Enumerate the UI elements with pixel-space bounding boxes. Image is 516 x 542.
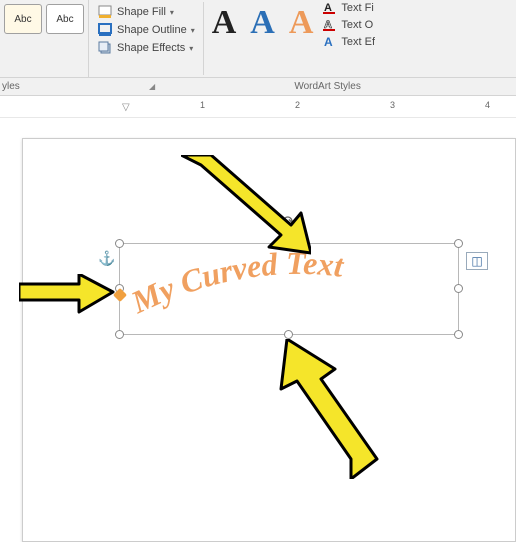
anchor-icon: ⚓ bbox=[98, 250, 115, 267]
text-outline-button[interactable]: A Text O bbox=[321, 17, 375, 33]
resize-handle[interactable] bbox=[454, 239, 463, 248]
dropdown-arrow-icon: ▾ bbox=[191, 26, 195, 35]
resize-handle[interactable] bbox=[115, 239, 124, 248]
ribbon: Abc Abc Shape Fill ▾ Shape Outline ▾ Sha… bbox=[0, 0, 516, 78]
resize-handle[interactable] bbox=[284, 330, 293, 339]
shape-effects-button[interactable]: Shape Effects ▾ bbox=[97, 40, 195, 56]
shape-outline-label: Shape Outline bbox=[117, 24, 187, 36]
resize-handle[interactable] bbox=[115, 330, 124, 339]
shape-outline-icon bbox=[97, 22, 113, 38]
wordart-styles-group-label: WordArt Styles bbox=[159, 81, 516, 92]
shape-style-preset[interactable]: Abc bbox=[4, 4, 42, 34]
ruler-tick: 2 bbox=[295, 100, 300, 110]
curved-text[interactable]: My Curved Text bbox=[125, 245, 346, 321]
text-fill-icon: A bbox=[321, 0, 337, 16]
annotation-arrow bbox=[181, 155, 311, 255]
annotation-arrow bbox=[19, 274, 115, 314]
shape-effects-label: Shape Effects bbox=[117, 42, 185, 54]
resize-handle[interactable] bbox=[454, 330, 463, 339]
svg-text:A: A bbox=[324, 35, 333, 49]
curved-text-svg: My Curved Text bbox=[120, 244, 460, 336]
text-outline-icon: A bbox=[321, 17, 337, 33]
ruler-tick: 3 bbox=[390, 100, 395, 110]
shape-fill-label: Shape Fill bbox=[117, 6, 166, 18]
wordart-preset[interactable]: A bbox=[289, 4, 314, 42]
shape-fill-icon bbox=[97, 4, 113, 20]
text-effects-button[interactable]: A Text Ef bbox=[321, 34, 375, 50]
annotation-arrow bbox=[271, 339, 381, 479]
wordart-preset[interactable]: A bbox=[250, 4, 275, 42]
text-effects-icon: A bbox=[321, 34, 337, 50]
shape-styles-group-label: yles bbox=[0, 81, 145, 92]
ruler-tick: 1 bbox=[200, 100, 205, 110]
horizontal-ruler[interactable]: ▽ 1 2 3 4 bbox=[0, 98, 516, 118]
dialog-launcher-icon[interactable]: ◢ bbox=[145, 82, 159, 91]
wordart-textbox[interactable]: ⟳ ⚓ ◫ My Curved Text bbox=[119, 243, 459, 335]
text-outline-label: Text O bbox=[341, 19, 373, 31]
ruler-tick: 4 bbox=[485, 100, 490, 110]
text-tools: A Text Fi A Text O A Text Ef bbox=[321, 0, 375, 77]
layout-options-button[interactable]: ◫ bbox=[466, 252, 488, 270]
indent-marker-icon[interactable]: ▽ bbox=[122, 102, 130, 113]
shape-tools: Shape Fill ▾ Shape Outline ▾ Shape Effec… bbox=[88, 0, 203, 77]
shape-fill-button[interactable]: Shape Fill ▾ bbox=[97, 4, 195, 20]
text-fill-label: Text Fi bbox=[341, 2, 373, 14]
resize-handle[interactable] bbox=[454, 284, 463, 293]
curved-text-content: My Curved Text bbox=[125, 245, 346, 321]
text-fill-button[interactable]: A Text Fi bbox=[321, 0, 375, 16]
dropdown-arrow-icon: ▾ bbox=[170, 8, 174, 17]
page[interactable]: ⟳ ⚓ ◫ My Curved Text bbox=[22, 138, 516, 542]
wordart-styles-gallery[interactable]: A A A bbox=[204, 0, 322, 77]
shape-outline-button[interactable]: Shape Outline ▾ bbox=[97, 22, 195, 38]
document-area[interactable]: ⟳ ⚓ ◫ My Curved Text bbox=[0, 118, 516, 542]
text-effects-label: Text Ef bbox=[341, 36, 375, 48]
shape-effects-icon bbox=[97, 40, 113, 56]
ribbon-group-labels: yles ◢ WordArt Styles bbox=[0, 78, 516, 96]
shape-style-preset[interactable]: Abc bbox=[46, 4, 84, 34]
dropdown-arrow-icon: ▾ bbox=[189, 44, 193, 53]
shape-styles-gallery[interactable]: Abc Abc bbox=[0, 0, 88, 77]
wordart-preset[interactable]: A bbox=[212, 4, 237, 42]
